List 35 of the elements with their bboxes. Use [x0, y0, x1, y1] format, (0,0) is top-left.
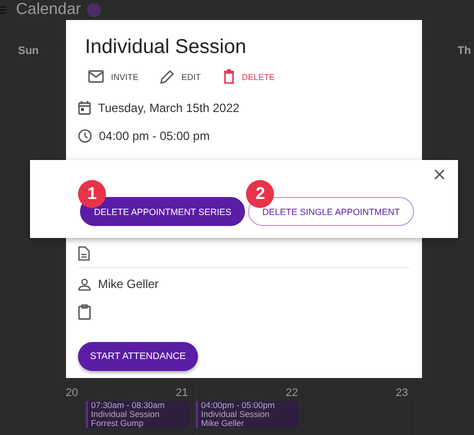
clock-icon: [78, 129, 92, 143]
calendar-title: Calendar: [16, 1, 81, 19]
date-number: 22: [286, 387, 299, 399]
event-title: Individual Session: [91, 410, 161, 419]
client-name: Mike Geller: [98, 277, 159, 291]
document-icon: [78, 246, 90, 260]
person-icon: [78, 278, 91, 290]
event-title: Individual Session: [201, 410, 270, 419]
session-date: Tuesday, March 15th 2022: [98, 101, 240, 115]
action-button[interactable]: INVITE: [88, 67, 138, 86]
date-number: 23: [396, 387, 409, 399]
event-time: 04:00pm - 05:00pm: [201, 401, 276, 410]
event-client: Forrest Gump: [91, 419, 144, 428]
date-number: 21: [176, 387, 189, 399]
trash-icon: [222, 69, 235, 84]
step-marker: 1: [78, 180, 106, 208]
start-attendance-button[interactable]: START ATTENDANCE: [78, 342, 198, 371]
step-marker: 2: [246, 180, 274, 208]
calendar-event[interactable]: 04:00pm - 05:00pm Individual Session Mike Geller: [196, 401, 299, 428]
event-client: Mike Geller: [201, 419, 245, 428]
envelope-icon: [88, 70, 104, 83]
pencil-icon: [160, 70, 174, 84]
action-button[interactable]: DELETE: [222, 67, 275, 86]
weekday-label: Th: [458, 45, 471, 57]
date-number: 20: [66, 387, 79, 399]
action-button[interactable]: EDIT: [160, 67, 201, 86]
calendar-event[interactable]: 07:30am - 08:30am Individual Session Forrest Gump: [86, 401, 189, 428]
notification-dot: [86, 3, 101, 17]
event-time: 07:30am - 08:30am: [91, 401, 166, 410]
session-time: 04:00 pm - 05:00 pm: [99, 129, 210, 143]
calendar-icon: [78, 101, 91, 115]
clipboard-icon: [78, 304, 91, 320]
dialog-title: Individual Session: [84, 36, 248, 59]
close-icon[interactable]: [434, 169, 445, 180]
weekday-label: Sun: [18, 45, 39, 57]
